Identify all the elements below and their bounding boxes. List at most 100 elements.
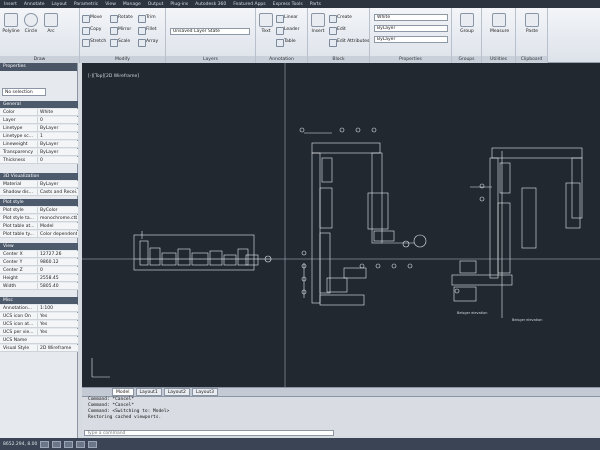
object-snap-icon[interactable]	[88, 440, 98, 448]
scale-button[interactable]: Scale	[110, 38, 130, 47]
groups-panel-title[interactable]: Groups	[452, 56, 481, 63]
circle-icon	[24, 13, 38, 27]
edit-attributes-button[interactable]: Edit Attributes	[329, 38, 369, 47]
group-button[interactable]: Group	[458, 11, 476, 45]
text-button[interactable]: Text	[257, 11, 275, 45]
measure-icon	[492, 13, 506, 27]
prop-row[interactable]: Linetype ByLayer	[0, 125, 78, 132]
grid-display-icon[interactable]	[52, 440, 62, 448]
menu-insert[interactable]: Insert	[4, 2, 17, 7]
menu-layout[interactable]: Layout	[52, 2, 67, 7]
menu-manage[interactable]: Manage	[123, 2, 141, 7]
prop-row[interactable]: Plot table at... Model	[0, 223, 78, 230]
mirror-button[interactable]: Mirror	[110, 26, 131, 35]
prop-row[interactable]: Linetype sc... 1	[0, 133, 78, 140]
prop-row[interactable]: Visual Style 2D Wireframe	[0, 345, 78, 352]
prop-row[interactable]: Plot style ByColor	[0, 207, 78, 214]
prop-row[interactable]: Plot table ty... Color dependent	[0, 231, 78, 238]
section-3d-visualization[interactable]: 3D Visualization	[0, 173, 78, 180]
coordinates-readout: 8652.294, 8.00	[3, 441, 38, 447]
polyline-button[interactable]: Polyline	[2, 11, 20, 45]
array-button[interactable]: Array	[138, 38, 158, 47]
prop-row[interactable]: Center Z0	[0, 267, 78, 274]
prop-row[interactable]: Thickness 0	[0, 157, 78, 164]
trim-button[interactable]: Trim	[138, 14, 156, 23]
block-panel-title[interactable]: Block	[308, 56, 369, 63]
menu-output[interactable]: Output	[148, 2, 164, 7]
utilities-panel-title[interactable]: Utilities	[482, 56, 515, 63]
prop-row[interactable]: UCS icon On Yes	[0, 313, 78, 320]
prop-row[interactable]: Lineweight ByLayer	[0, 141, 78, 148]
prop-row[interactable]: Transparency ByLayer	[0, 149, 78, 156]
tab-model[interactable]: Model	[112, 388, 134, 396]
menu-parametric[interactable]: Parametric	[74, 2, 98, 7]
section-plot-style[interactable]: Plot style	[0, 199, 78, 206]
prop-row[interactable]: Layer 0	[0, 117, 78, 124]
status-bar: 8652.294, 8.00	[0, 438, 600, 450]
section-view[interactable]: View	[0, 243, 78, 250]
tab-layout1[interactable]: Layout1	[135, 388, 162, 396]
fillet-button[interactable]: Fillet	[138, 26, 157, 35]
tab-layout2[interactable]: Layout2	[163, 388, 190, 396]
prop-row[interactable]: Annotation... 1:100	[0, 305, 78, 312]
menu-annotate[interactable]: Annotate	[24, 2, 45, 7]
table-button[interactable]: Table	[276, 38, 296, 47]
layer-state-dropdown[interactable]: Unsaved Layer State	[170, 28, 250, 35]
snap-mode-icon[interactable]	[40, 440, 50, 448]
arc-label: Arc	[47, 29, 55, 34]
prop-row[interactable]: UCS Name	[0, 337, 78, 344]
layout-tabs: Model Layout1 Layout2 Layout3	[82, 387, 600, 396]
leader-button[interactable]: Leader	[276, 26, 299, 35]
prop-row[interactable]: Color White	[0, 109, 78, 116]
prop-row[interactable]: Width 5805.40	[0, 283, 78, 290]
polar-tracking-icon[interactable]	[76, 440, 86, 448]
arc-icon	[44, 13, 58, 27]
circle-button[interactable]: Circle	[22, 11, 40, 45]
copy-button[interactable]: Copy	[82, 26, 101, 35]
prop-row[interactable]: Shadow dis... Casts and Recei...	[0, 189, 78, 196]
edit-block-button[interactable]: Edit	[329, 26, 346, 35]
paste-button[interactable]: Paste	[523, 11, 541, 45]
menu-parts[interactable]: Parts	[310, 2, 321, 7]
prop-row[interactable]: Center Y 9860.12	[0, 259, 78, 266]
annotation-panel-title[interactable]: Annotation	[256, 56, 307, 63]
modify-panel-title[interactable]: Modify	[80, 56, 165, 63]
linear-button[interactable]: Linear	[276, 14, 298, 23]
move-button[interactable]: Move	[82, 14, 102, 23]
drawing-canvas[interactable]: Belsger elevation Belsger elevation	[82, 63, 600, 387]
draw-panel-title[interactable]: Draw	[0, 56, 79, 63]
prop-row[interactable]: Plot style ta... monochrome.ctb	[0, 215, 78, 222]
lineweight-dropdown[interactable]: ByLayer	[374, 36, 448, 43]
clipboard-panel-title[interactable]: Clipboard	[516, 56, 547, 63]
menu-featured-apps[interactable]: Featured Apps	[233, 2, 265, 7]
properties-title[interactable]: Properties	[0, 63, 77, 71]
command-input[interactable]: Type a command	[84, 430, 334, 436]
prop-row[interactable]: UCS icon at... Yes	[0, 321, 78, 328]
linetype-dropdown[interactable]: ByLayer	[374, 25, 448, 32]
prop-row[interactable]: Material ByLayer	[0, 181, 78, 188]
properties-panel-title[interactable]: Properties	[370, 56, 451, 63]
prop-row[interactable]: Center X 12727.26	[0, 251, 78, 258]
menu-autodesk-360[interactable]: Autodesk 360	[195, 2, 226, 7]
arc-button[interactable]: Arc	[42, 11, 60, 45]
section-misc[interactable]: Misc	[0, 297, 78, 304]
color-dropdown[interactable]: White	[374, 14, 448, 21]
prop-row[interactable]: UCS per vie... Yes	[0, 329, 78, 336]
prop-row[interactable]: Height 2558.45	[0, 275, 78, 282]
stretch-button[interactable]: Stretch	[82, 38, 106, 47]
selection-dropdown[interactable]: No selection	[2, 88, 46, 96]
circle-label: Circle	[24, 29, 38, 34]
section-general[interactable]: General	[0, 101, 78, 108]
menu-view[interactable]: View	[105, 2, 116, 7]
ortho-mode-icon[interactable]	[64, 440, 74, 448]
measure-button[interactable]: Measure	[490, 11, 509, 45]
insert-button[interactable]: Insert	[309, 11, 327, 45]
viewport-label[interactable]: [-][Top][2D Wireframe]	[88, 74, 139, 79]
create-block-button[interactable]: Create	[329, 14, 352, 23]
tab-layout3[interactable]: Layout3	[191, 388, 219, 396]
polyline-icon	[4, 13, 18, 27]
layers-panel-title[interactable]: Layers	[166, 56, 255, 63]
menu-express-tools[interactable]: Express Tools	[273, 2, 303, 7]
menu-plugins[interactable]: Plug-ins	[170, 2, 188, 7]
rotate-button[interactable]: Rotate	[110, 14, 133, 23]
